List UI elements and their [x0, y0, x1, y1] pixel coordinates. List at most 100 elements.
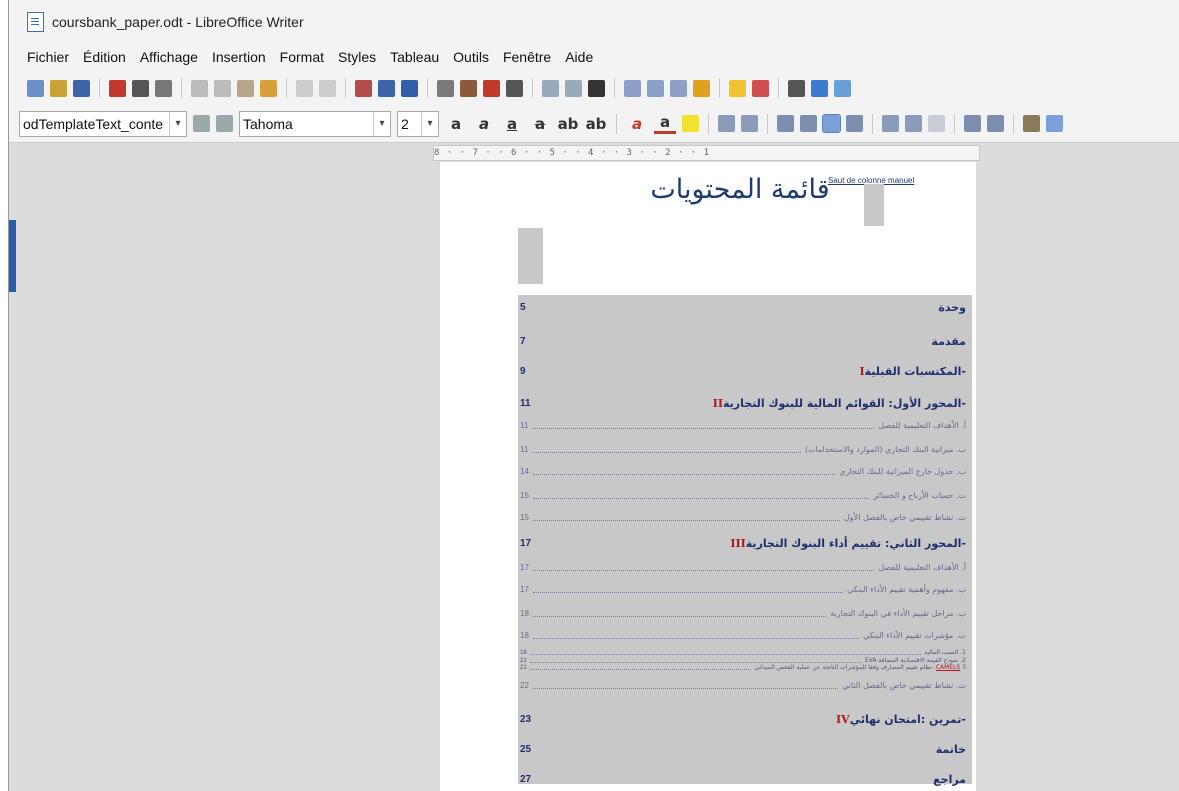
print-preview-icon[interactable]	[155, 79, 172, 97]
paste-icon[interactable]	[237, 79, 254, 97]
line-spacing-icon[interactable]	[882, 115, 899, 132]
toc-entry[interactable]: 21 CAMELS 3. نظام تقييم المصارف وفقا للمؤ…	[518, 664, 972, 671]
align-left-icon[interactable]	[777, 115, 794, 132]
toc-entry[interactable]: 22 ث. نشاط تقييمي خاص بالفصل الثاني	[518, 681, 972, 690]
menu-outils[interactable]: Outils	[453, 49, 489, 65]
redo-icon[interactable]	[319, 79, 336, 97]
toc-entry[interactable]: 11 أ. الأهداف التعليمية للفصل	[518, 421, 972, 430]
toc-entry[interactable]: 11 ب. ميزانية البنك التجاري (الموارد والا…	[518, 445, 972, 454]
comment-icon[interactable]	[729, 79, 746, 97]
highlight-icon[interactable]	[682, 115, 699, 132]
chevron-down-icon[interactable]: ▾	[169, 111, 186, 136]
toc-leader-dots	[532, 514, 840, 521]
paragraph-style-select[interactable]: odTemplateText_conte ▾	[19, 110, 187, 137]
new-style-icon[interactable]	[216, 115, 233, 132]
menu-fichier[interactable]: Fichier	[27, 49, 69, 65]
font-size-select[interactable]: 2 ▾	[397, 110, 439, 137]
separator	[532, 78, 533, 98]
cut-icon[interactable]	[191, 79, 208, 97]
toc-entry[interactable]: 23 -تمرين :امتحان نهائيIV	[518, 713, 972, 726]
insert-table-icon[interactable]	[437, 79, 454, 97]
clear-formatting-icon[interactable]: a	[626, 115, 648, 133]
document-page[interactable]: قائمة المحتويات Saut de colonne manuel 5…	[440, 162, 976, 791]
new-document-icon[interactable]	[27, 79, 44, 97]
menu-affichage[interactable]: Affichage	[140, 49, 198, 65]
toc-entry[interactable]: 17 ب. مفهوم وأهمية تقييم الأداء البنكي	[518, 585, 972, 594]
decrease-indent-icon[interactable]	[928, 115, 945, 132]
toc-leader-dots	[532, 422, 875, 429]
justify-icon[interactable]	[846, 115, 863, 132]
insert-chart-icon[interactable]	[483, 79, 500, 97]
toc-entry[interactable]: 18 1. النسب المالية	[518, 649, 972, 656]
pen-icon[interactable]	[1023, 115, 1040, 132]
update-style-icon[interactable]	[193, 115, 210, 132]
subscript-icon[interactable]: ab	[585, 115, 607, 133]
clone-formatting-icon[interactable]	[260, 79, 277, 97]
toc-entry[interactable]: 9 -المكتسبات القبليةI	[518, 365, 972, 378]
menu-tableau[interactable]: Tableau	[390, 49, 439, 65]
endnote-icon[interactable]	[670, 79, 687, 97]
toc-entry[interactable]: 27 مراجع	[518, 773, 972, 786]
open-icon[interactable]	[50, 79, 67, 97]
superscript-icon[interactable]: ab	[557, 115, 579, 133]
menu-aide[interactable]: Aide	[565, 49, 593, 65]
special-character-icon[interactable]	[588, 79, 605, 97]
rtl-icon[interactable]	[987, 115, 1004, 132]
page-break-icon[interactable]	[542, 79, 559, 97]
draw-functions-icon[interactable]	[834, 79, 851, 97]
align-center-icon[interactable]	[800, 115, 817, 132]
underline-icon[interactable]: a	[501, 115, 523, 133]
chevron-down-icon[interactable]: ▾	[421, 111, 438, 136]
footnote-icon[interactable]	[647, 79, 664, 97]
toc-entry[interactable]: 25 خاتمة	[518, 743, 972, 756]
insert-textbox-icon[interactable]	[506, 79, 523, 97]
toc-entry-label: ت. حساب الأرباح و الخسائر	[873, 491, 972, 500]
unordered-list-icon[interactable]	[718, 115, 735, 132]
toc-entry[interactable]: 17 أ. الأهداف التعليمية للفصل	[518, 563, 972, 572]
menu-format[interactable]: Format	[280, 49, 324, 65]
toc-entry[interactable]: 14 ب. جدول خارج الميزانية للبنك التجاري	[518, 467, 972, 476]
find-replace-icon[interactable]	[355, 79, 372, 97]
menu-fenetre[interactable]: Fenêtre	[503, 49, 551, 65]
track-changes-icon[interactable]	[752, 79, 769, 97]
save-icon[interactable]	[73, 79, 90, 97]
print-icon[interactable]	[132, 79, 149, 97]
toc-entry[interactable]: 18 ت. مؤشرات تقييم الأداء البنكي	[518, 631, 972, 640]
align-right-icon[interactable]	[822, 114, 841, 133]
ltr-icon[interactable]	[964, 115, 981, 132]
strikethrough-icon[interactable]: a	[529, 115, 551, 133]
toc-entry[interactable]: 7 مقدمة	[518, 335, 972, 348]
toc-entry[interactable]: 15 ت. حساب الأرباح و الخسائر	[518, 491, 972, 500]
increase-indent-icon[interactable]	[905, 115, 922, 132]
toc-entry[interactable]: 5 وحدة	[518, 301, 972, 314]
menu-edition[interactable]: Édition	[83, 49, 126, 65]
export-pdf-icon[interactable]	[109, 79, 126, 97]
insert-field-icon[interactable]	[565, 79, 582, 97]
bookmark-icon[interactable]	[693, 79, 710, 97]
table-of-contents[interactable]: 5 وحدة 7 مقدمة 9 -المكتسبات القبليةI 11 -المحور…	[518, 295, 972, 786]
ordered-list-icon[interactable]	[741, 115, 758, 132]
insert-image-icon[interactable]	[460, 79, 477, 97]
hyperlink-icon[interactable]	[624, 79, 641, 97]
font-color-icon[interactable]: a	[654, 113, 676, 134]
basic-shapes-icon[interactable]	[811, 79, 828, 97]
formatting-marks-icon[interactable]	[401, 79, 418, 97]
copy-icon[interactable]	[214, 79, 231, 97]
bold-icon[interactable]: a	[445, 115, 467, 133]
menu-insertion[interactable]: Insertion	[212, 49, 266, 65]
horizontal-ruler[interactable]: 8 · · 7 · · 6 · · 5 · · 4 · · 3 · · 2 · …	[433, 145, 980, 161]
line-icon[interactable]	[788, 79, 805, 97]
spelling-icon[interactable]	[378, 79, 395, 97]
menu-styles[interactable]: Styles	[338, 49, 376, 65]
toc-entry[interactable]: 18 ب. مراحل تقييم الأداء في البنوك التجار…	[518, 609, 972, 618]
undo-icon[interactable]	[296, 79, 313, 97]
toc-entry[interactable]: 15 ث. نشاط تقييمي خاص بالفصل الأول	[518, 513, 972, 522]
toc-entry[interactable]: 11 -المحور الأول: القوائم المالية للبنوك …	[518, 397, 972, 410]
font-name-select[interactable]: Tahoma ▾	[239, 110, 391, 137]
toc-entry[interactable]: 17 -المحور الثاني: تقييم أداء البنوك التج…	[518, 537, 972, 550]
toc-entry-label: ث. نشاط تقييمي خاص بالفصل الثاني	[842, 681, 972, 690]
toc-entry[interactable]: 21 2. نموذج القيمة الاقتصادية المضافة EVA	[518, 657, 972, 664]
chevron-down-icon[interactable]: ▾	[373, 111, 390, 136]
italic-icon[interactable]: a	[473, 115, 495, 133]
sidebar-toggle-icon[interactable]	[1046, 115, 1063, 132]
